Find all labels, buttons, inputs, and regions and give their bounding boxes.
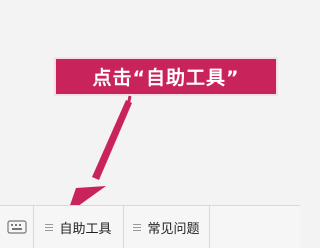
arrow-tail-stroke <box>126 95 132 107</box>
menu-tab-faq[interactable]: 常见问题 <box>124 206 210 248</box>
arrow-shaft <box>92 100 132 180</box>
menu-tab-label: 常见问题 <box>147 221 200 237</box>
menu-tab-empty[interactable] <box>210 206 300 248</box>
bottom-menu-bar: 自助工具 常见问题 <box>0 205 300 248</box>
menu-tab-self-service[interactable]: 自助工具 <box>34 206 124 248</box>
keyboard-icon <box>6 220 27 234</box>
menu-lines-icon <box>45 222 54 233</box>
instruction-callout: 点击“自助工具” <box>54 57 278 96</box>
menu-lines-icon <box>133 222 142 233</box>
keyboard-toggle-button[interactable] <box>0 206 34 248</box>
menu-tab-label: 自助工具 <box>59 221 112 237</box>
callout-text: 点击“自助工具” <box>92 67 240 89</box>
